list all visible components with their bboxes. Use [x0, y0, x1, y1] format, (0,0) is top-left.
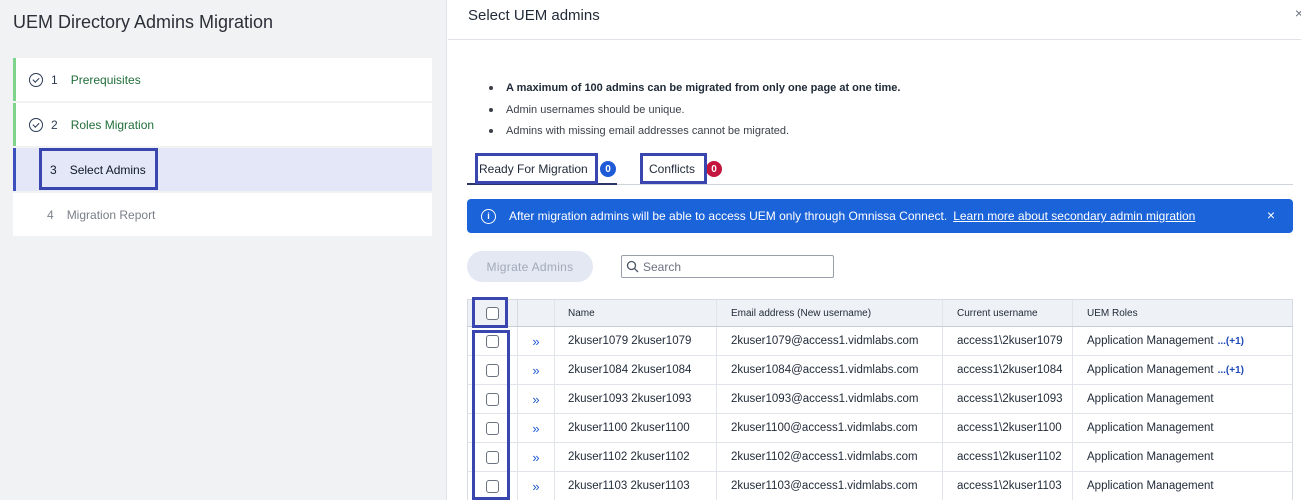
role-text: Application Management	[1087, 451, 1214, 463]
step-number: 4	[47, 207, 54, 222]
expand-header-cell	[517, 300, 554, 326]
column-header-name[interactable]: Name	[554, 300, 716, 326]
column-header-uem-roles[interactable]: UEM Roles	[1072, 300, 1292, 326]
notes-list: A maximum of 100 admins can be migrated …	[487, 80, 900, 145]
row-checkbox[interactable]	[486, 479, 499, 493]
check-circle-icon	[29, 117, 43, 132]
expand-row-icon[interactable]: »	[517, 385, 554, 413]
expand-row-icon[interactable]: »	[517, 356, 554, 384]
wizard-sidebar: UEM Directory Admins Migration 1 Prerequ…	[0, 0, 447, 500]
active-tab-indicator	[467, 183, 617, 185]
admin-name: 2kuser1084 2kuser1084	[554, 356, 716, 384]
tab-bar: Ready For Migration 0 Conflicts 0	[467, 153, 1293, 185]
admin-username: access1\2kuser1100	[942, 414, 1072, 442]
step-number: 1	[51, 72, 58, 87]
select-all-checkbox[interactable]	[486, 306, 499, 320]
expand-row-icon[interactable]: »	[517, 327, 554, 355]
admin-email: 2kuser1079@access1.vidmlabs.com	[716, 327, 942, 355]
admin-roles: Application Management	[1072, 385, 1292, 413]
admin-roles: Application Management	[1072, 443, 1292, 471]
step-select-admins[interactable]: 3 Select Admins	[13, 148, 432, 191]
admin-username: access1\2kuser1084	[942, 356, 1072, 384]
role-text: Application Management	[1087, 480, 1214, 492]
row-checkbox[interactable]	[486, 450, 499, 464]
step-migration-report[interactable]: 4 Migration Report	[13, 193, 432, 236]
tab-label: Ready For Migration	[479, 161, 588, 176]
expand-row-icon[interactable]: »	[517, 443, 554, 471]
admin-name: 2kuser1100 2kuser1100	[554, 414, 716, 442]
table-row: » 2kuser1100 2kuser1100 2kuser1100@acces…	[467, 414, 1293, 443]
role-text: Application Management	[1087, 335, 1214, 347]
more-roles-link[interactable]: ...(+1)	[1218, 336, 1244, 347]
tab-label: Conflicts	[649, 161, 696, 176]
admin-roles: Application Management ...(+1)	[1072, 327, 1292, 355]
admin-username: access1\2kuser1102	[942, 443, 1072, 471]
admin-username: access1\2kuser1093	[942, 385, 1072, 413]
note-item: Admins with missing email addresses cann…	[487, 123, 900, 145]
expand-row-icon[interactable]: »	[517, 472, 554, 500]
step-roles-migration[interactable]: 2 Roles Migration	[13, 103, 432, 146]
step-number: 3	[50, 162, 57, 177]
row-checkbox[interactable]	[486, 421, 499, 435]
role-text: Application Management	[1087, 393, 1214, 405]
table-row: » 2kuser1102 2kuser1102 2kuser1102@acces…	[467, 443, 1293, 472]
search-placeholder: Search	[643, 259, 682, 274]
role-text: Application Management	[1087, 422, 1214, 434]
admin-name: 2kuser1093 2kuser1093	[554, 385, 716, 413]
admin-username: access1\2kuser1079	[942, 327, 1072, 355]
search-icon	[626, 260, 639, 273]
admin-roles: Application Management	[1072, 414, 1292, 442]
more-roles-link[interactable]: ...(+1)	[1218, 365, 1244, 376]
page-title: Select UEM admins	[468, 7, 600, 24]
migrate-admins-button[interactable]: Migrate Admins	[467, 251, 593, 282]
table-row: » 2kuser1093 2kuser1093 2kuser1093@acces…	[467, 385, 1293, 414]
search-input[interactable]: Search	[621, 255, 834, 278]
admin-roles: Application Management ...(+1)	[1072, 356, 1292, 384]
role-text: Application Management	[1087, 364, 1214, 376]
table-header: Name Email address (New username) Curren…	[467, 299, 1293, 327]
admin-email: 2kuser1103@access1.vidmlabs.com	[716, 472, 942, 500]
note-item: A maximum of 100 admins can be migrated …	[487, 80, 900, 102]
tab-ready-for-migration[interactable]: Ready For Migration	[479, 153, 588, 184]
admin-name: 2kuser1103 2kuser1103	[554, 472, 716, 500]
step-label: Roles Migration	[70, 117, 155, 132]
wizard-title: UEM Directory Admins Migration	[13, 12, 274, 32]
admin-email: 2kuser1102@access1.vidmlabs.com	[716, 443, 942, 471]
expand-row-icon[interactable]: »	[517, 414, 554, 442]
conflicts-count-badge: 0	[706, 161, 722, 177]
admin-email: 2kuser1100@access1.vidmlabs.com	[716, 414, 942, 442]
step-label: Migration Report	[66, 207, 156, 222]
step-number: 2	[51, 117, 58, 132]
banner-text: After migration admins will be able to a…	[509, 209, 948, 223]
row-checkbox[interactable]	[486, 334, 499, 348]
step-prerequisites[interactable]: 1 Prerequisites	[13, 58, 432, 101]
info-icon: i	[481, 208, 496, 224]
ready-count-badge: 0	[600, 161, 616, 177]
admin-username: access1\2kuser1103	[942, 472, 1072, 500]
admin-name: 2kuser1102 2kuser1102	[554, 443, 716, 471]
step-label: Prerequisites	[70, 72, 141, 87]
row-checkbox[interactable]	[486, 392, 499, 406]
table-row: » 2kuser1079 2kuser1079 2kuser1079@acces…	[467, 327, 1293, 356]
close-icon[interactable]: ×	[1295, 5, 1301, 21]
check-circle-icon	[29, 72, 43, 87]
select-all-cell	[468, 306, 517, 320]
note-item: Admin usernames should be unique.	[487, 102, 900, 124]
admins-table: Name Email address (New username) Curren…	[467, 299, 1293, 500]
close-icon[interactable]: ×	[1267, 207, 1275, 223]
dialog-header: Select UEM admins ×	[448, 0, 1301, 40]
step-label: Select Admins	[69, 162, 146, 177]
admin-roles: Application Management	[1072, 472, 1292, 500]
info-banner: i After migration admins will be able to…	[467, 199, 1293, 233]
column-header-email[interactable]: Email address (New username)	[716, 300, 942, 326]
tab-conflicts[interactable]: Conflicts	[649, 153, 695, 184]
admin-email: 2kuser1084@access1.vidmlabs.com	[716, 356, 942, 384]
row-checkbox[interactable]	[486, 363, 499, 377]
table-row: » 2kuser1103 2kuser1103 2kuser1103@acces…	[467, 472, 1293, 500]
admin-email: 2kuser1093@access1.vidmlabs.com	[716, 385, 942, 413]
learn-more-link[interactable]: Learn more about secondary admin migrati…	[953, 209, 1195, 223]
column-header-current-username[interactable]: Current username	[942, 300, 1072, 326]
admin-name: 2kuser1079 2kuser1079	[554, 327, 716, 355]
table-row: » 2kuser1084 2kuser1084 2kuser1084@acces…	[467, 356, 1293, 385]
